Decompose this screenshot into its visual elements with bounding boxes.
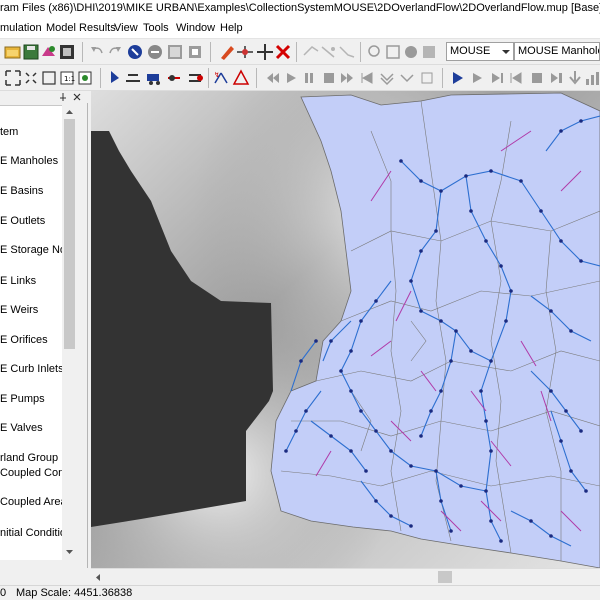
tag-icon[interactable]	[184, 41, 206, 63]
map-scale-readout: Map Scale: 4451.36838	[16, 587, 133, 599]
route-icon[interactable]	[122, 67, 144, 89]
tree-item-pumps[interactable]: E Pumps	[0, 393, 45, 405]
tree-item-storage-nodes[interactable]: E Storage Node	[0, 244, 62, 256]
tree-item-label: E Curb Inlets	[0, 363, 62, 375]
tree-item-label: E Storage Node	[0, 244, 62, 256]
title-bar: ram Files (x86)\DHI\2019\MIKE URBAN\Exam…	[0, 0, 600, 19]
redo-icon[interactable]	[104, 41, 126, 63]
tree-item-overland-group[interactable]: rland Group	[0, 452, 58, 464]
tree-item-label: E Weirs	[0, 304, 39, 316]
truck-icon[interactable]	[144, 67, 166, 89]
step-forward-icon[interactable]	[230, 67, 252, 89]
tree-item-label: E Manholes	[0, 155, 59, 167]
tree-item-label: tem	[0, 126, 19, 138]
data-tree-panel: tem E Manholes E Basins E Outlets E Stor…	[0, 91, 88, 568]
window-title: ram Files (x86)\DHI\2019\MIKE URBAN\Exam…	[0, 2, 600, 14]
end-icon[interactable]	[376, 67, 398, 89]
attribute-icon[interactable]	[164, 41, 186, 63]
scroll-left-icon[interactable]	[93, 572, 103, 583]
feature-select[interactable]: MOUSE Manholes	[514, 42, 600, 61]
stop-icon[interactable]	[144, 41, 166, 63]
tree-item-coupled-connections[interactable]: Coupled Conn	[0, 467, 62, 479]
select-region-icon[interactable]	[184, 67, 206, 89]
panel-header	[0, 91, 88, 103]
menu-bar: mulation Model Results View Tools Window…	[0, 19, 600, 39]
menu-simulation[interactable]: mulation	[0, 22, 42, 34]
select-icon[interactable]	[124, 41, 146, 63]
tree-view: tem E Manholes E Basins E Outlets E Stor…	[0, 105, 62, 560]
step-back-icon[interactable]: ↯	[210, 67, 232, 89]
menu-window[interactable]: Window	[176, 22, 215, 34]
tree-item-label: E Valves	[0, 422, 43, 434]
identify-icon[interactable]	[74, 67, 96, 89]
feature-select-value: MOUSE Manholes	[518, 45, 600, 57]
scroll-thumb[interactable]	[438, 571, 452, 583]
tree-item-coupled-areas[interactable]: Coupled Areas	[0, 496, 62, 508]
move-node-icon[interactable]	[234, 41, 256, 63]
tree-item-basins[interactable]: E Basins	[0, 185, 43, 197]
tree-item-label: E Outlets	[0, 215, 46, 227]
tree-item-label: Coupled Areas	[0, 496, 62, 508]
tree-item-label: E Links	[0, 275, 37, 287]
collapse-icon[interactable]	[396, 67, 418, 89]
status-bar: 0 Map Scale: 4451.36838	[0, 585, 600, 600]
layer-select[interactable]: MOUSE	[446, 42, 514, 61]
delete-icon[interactable]	[272, 41, 294, 63]
forward-icon[interactable]	[418, 41, 440, 63]
tree-item-valves[interactable]: E Valves	[0, 422, 43, 434]
tree-item-label: E Orifices	[0, 334, 48, 346]
map-canvas[interactable]	[91, 91, 600, 568]
map-view[interactable]	[91, 91, 600, 568]
pin-icon[interactable]	[58, 92, 68, 102]
tree-item-label: Coupled Conn	[0, 467, 62, 479]
step-grey-icon[interactable]	[486, 67, 508, 89]
tree-item-initial-conditions[interactable]: nitial Conditio	[0, 527, 62, 539]
scroll-down-icon[interactable]	[64, 547, 75, 557]
settings-icon[interactable]	[56, 41, 78, 63]
rewind-grey-icon[interactable]	[506, 67, 528, 89]
merge-icon[interactable]	[336, 41, 358, 63]
toolbar-secondary: 1:1 ↯	[0, 65, 600, 91]
tree-item-links[interactable]: E Links	[0, 275, 36, 287]
play-icon[interactable]	[336, 67, 358, 89]
tree-item-label: nitial Conditio	[0, 527, 62, 539]
map-horizontal-scrollbar[interactable]	[91, 568, 600, 585]
menu-help[interactable]: Help	[220, 22, 243, 34]
menu-view[interactable]: View	[114, 22, 138, 34]
pause-icon[interactable]	[298, 67, 320, 89]
tree-item-label: E Basins	[0, 185, 44, 197]
flow-icon[interactable]	[164, 67, 186, 89]
menu-model-results[interactable]: Model Results	[46, 22, 116, 34]
tree-item-outlets[interactable]: E Outlets	[0, 215, 45, 227]
scroll-up-icon[interactable]	[64, 107, 75, 117]
close-icon[interactable]	[72, 92, 82, 102]
layer-select-value: MOUSE	[450, 45, 491, 57]
tree-item-label: E Pumps	[0, 393, 45, 405]
tree-item-manholes[interactable]: E Manholes	[0, 155, 58, 167]
record-icon[interactable]	[526, 67, 548, 89]
tree-vertical-scrollbar[interactable]	[62, 105, 77, 560]
options-icon[interactable]	[416, 67, 438, 89]
tree-item-curb-inlets[interactable]: E Curb Inlets	[0, 363, 62, 375]
svg-text:↯: ↯	[214, 71, 220, 79]
tree-item-weirs[interactable]: E Weirs	[0, 304, 38, 316]
menu-tools[interactable]: Tools	[143, 22, 169, 34]
status-coordinate: 0	[0, 587, 7, 599]
skip-icon[interactable]	[356, 67, 378, 89]
chart-icon[interactable]	[582, 67, 600, 89]
tree-item-orifices[interactable]: E Orifices	[0, 334, 48, 346]
play-grey-icon[interactable]	[466, 67, 488, 89]
play-blue-icon[interactable]	[446, 67, 468, 89]
tree-item-system[interactable]: tem	[0, 126, 18, 138]
scroll-thumb[interactable]	[64, 119, 75, 349]
tree-item-label: rland Group	[0, 452, 59, 464]
toolbar-main: MOUSE MOUSE Manholes	[0, 39, 600, 65]
chevron-down-icon	[502, 50, 510, 54]
